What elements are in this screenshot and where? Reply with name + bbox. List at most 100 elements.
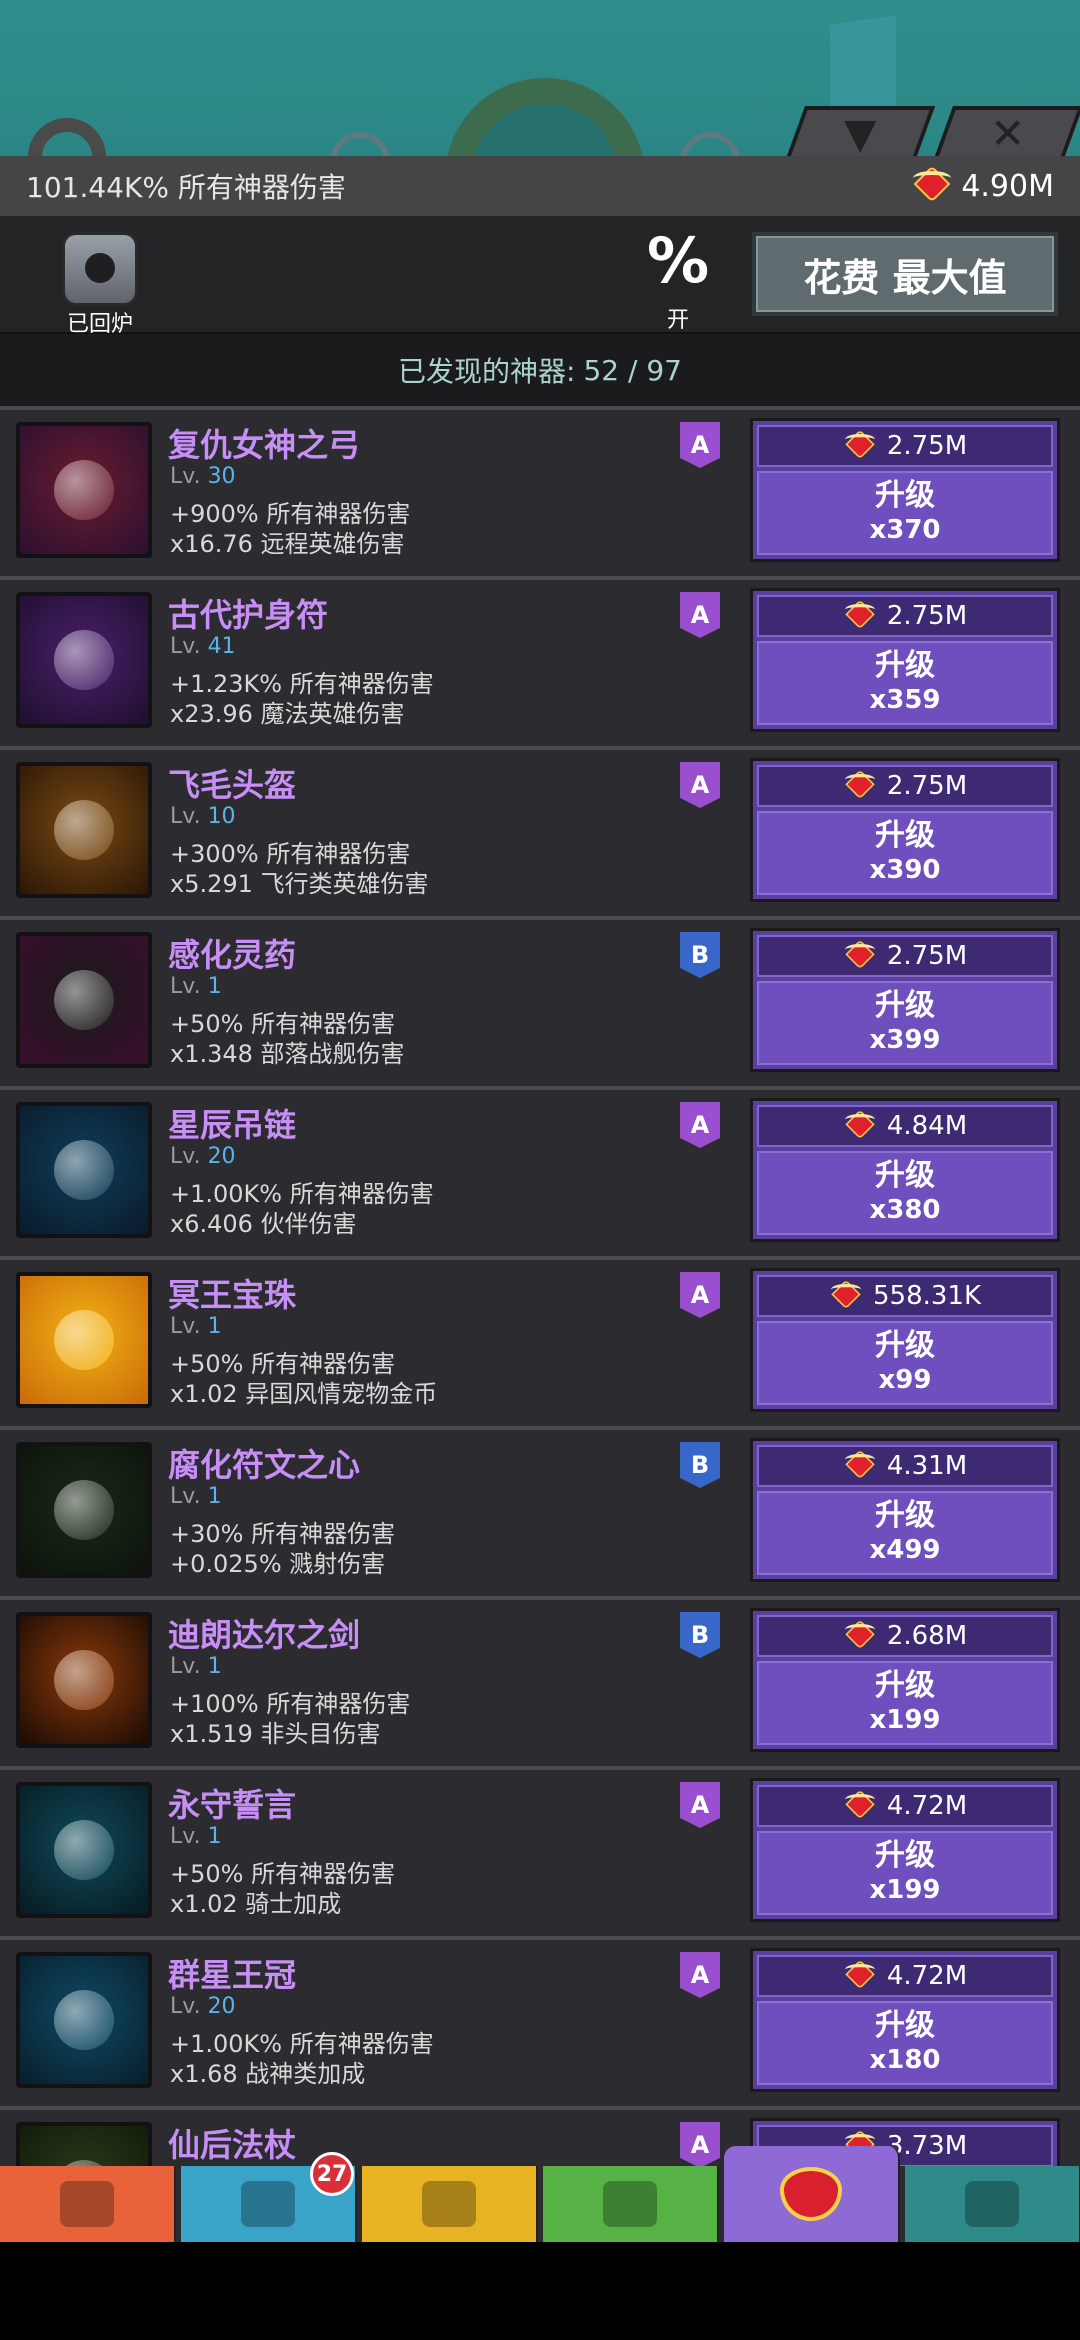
level-value: 20	[207, 1994, 236, 2019]
artifact-effect-secondary: +0.025% 溅射伤害	[170, 1550, 386, 1578]
artifact-list[interactable]: 复仇女神之弓 Lv. 30 +900% 所有神器伤害 x16.76 远程英雄伤害 A 2.…	[0, 406, 1080, 2166]
upgrade-multiplier: x380	[869, 1195, 941, 1225]
level-value: 30	[207, 464, 236, 489]
artifact-effect-secondary: x1.348 部落战舰伤害	[170, 1040, 405, 1068]
upgrade-multiplier: x399	[869, 1025, 941, 1055]
artifact-name: 飞毛头盔	[168, 766, 297, 804]
upgrade-multiplier: x99	[878, 1365, 932, 1395]
artifact-row[interactable]: 飞毛头盔 Lv. 10 +300% 所有神器伤害 x5.291 飞行类英雄伤害 A 2.7…	[0, 746, 1080, 910]
rank-badge: A	[680, 1952, 720, 1998]
artifact-row[interactable]: 星辰吊链 Lv. 20 +1.00K% 所有神器伤害 x6.406 伙伴伤害 A 4.84…	[0, 1086, 1080, 1250]
tab-equipment[interactable]	[362, 2166, 538, 2242]
relic-heart-icon	[830, 1284, 862, 1308]
artifact-effect-secondary: x6.406 伙伴伤害	[170, 1210, 357, 1238]
relic-heart-icon	[844, 1794, 876, 1818]
percent-toggle-button[interactable]: %	[638, 228, 718, 294]
artifact-name: 永守誓言	[168, 1786, 297, 1824]
artifact-level: Lv. 10	[170, 804, 236, 829]
bow-icon[interactable]	[16, 422, 152, 558]
upgrade-multiplier: x390	[869, 855, 941, 885]
artifact-glyph	[54, 970, 114, 1030]
upgrade-cost: 4.72M	[757, 1955, 1053, 1997]
pet-tab-icon	[603, 2181, 657, 2227]
winged-helmet-icon[interactable]	[16, 762, 152, 898]
tab-artifact[interactable]	[724, 2146, 900, 2242]
discovered-label: 已发现的神器:	[398, 355, 576, 388]
upgrade-button[interactable]: 2.75M 升级 x370	[750, 418, 1060, 562]
triangle-down-icon: ▼	[844, 108, 877, 158]
artifact-name: 古代护身符	[168, 596, 329, 634]
upgrade-cost: 558.31K	[757, 1275, 1053, 1317]
artifact-row[interactable]: 永守誓言 Lv. 1 +50% 所有神器伤害 x1.02 骑士加成 A 4.72M 升级 x1…	[0, 1766, 1080, 1930]
tab-pet[interactable]	[543, 2166, 719, 2242]
artifact-row[interactable]: 迪朗达尔之剑 Lv. 1 +100% 所有神器伤害 x1.519 非头目伤害 B 2.68…	[0, 1596, 1080, 1760]
upgrade-cost: 2.75M	[757, 595, 1053, 637]
artifact-level: Lv. 1	[170, 1824, 222, 1849]
relic-amount: 4.90M	[961, 168, 1054, 204]
upgrade-multiplier: x359	[869, 685, 941, 715]
relic-heart-icon	[913, 171, 952, 201]
artifact-row[interactable]: 仙后法杖Lv. A3.73M升级	[0, 2106, 1080, 2166]
upgrade-button[interactable]: 2.75M 升级 x390	[750, 758, 1060, 902]
artifact-level: Lv. 30	[170, 464, 236, 489]
artifact-level: Lv. 41	[170, 634, 236, 659]
upgrade-button[interactable]: 558.31K 升级 x99	[750, 1268, 1060, 1412]
upgrade-multiplier: x370	[869, 515, 941, 545]
close-panel-button[interactable]: ✕	[934, 106, 1080, 158]
upgrade-cost: 4.72M	[757, 1785, 1053, 1827]
artifact-row[interactable]: 感化灵药 Lv. 1 +50% 所有神器伤害 x1.348 部落战舰伤害 B 2.75M 升…	[0, 916, 1080, 1080]
upgrade-body: 升级 x199	[757, 1661, 1053, 1745]
rune-heart-icon[interactable]	[16, 1442, 152, 1578]
artifact-row[interactable]: 冥王宝珠 Lv. 1 +50% 所有神器伤害 x1.02 异国风情宠物金币 A 558.3…	[0, 1256, 1080, 1420]
upgrade-label: 升级	[875, 1498, 935, 1533]
percent-toggle-label: 开	[666, 308, 689, 333]
tab-sword[interactable]	[0, 2166, 176, 2242]
rank-badge: A	[680, 762, 720, 808]
artifact-glyph	[54, 800, 114, 860]
settings-gear-icon[interactable]	[28, 118, 106, 160]
upgrade-multiplier: x199	[869, 1705, 941, 1735]
tab-shop[interactable]	[905, 2166, 1080, 2242]
upgrade-label: 升级	[875, 1158, 935, 1193]
cost-value: 4.72M	[886, 1791, 968, 1821]
pendant-icon[interactable]	[16, 1102, 152, 1238]
knight-helmet-icon[interactable]	[16, 1782, 152, 1918]
upgrade-button[interactable]: 4.72M 升级 x199	[750, 1778, 1060, 1922]
relic-heart-icon	[844, 944, 876, 968]
collapse-panel-button[interactable]: ▼	[786, 106, 936, 158]
potion-icon[interactable]	[16, 932, 152, 1068]
artifact-name: 腐化符文之心	[168, 1446, 361, 1484]
artifact-row[interactable]: 古代护身符 Lv. 41 +1.23K% 所有神器伤害 x23.96 魔法英雄伤害 A 2…	[0, 576, 1080, 740]
staff-icon[interactable]	[16, 2122, 152, 2166]
crown-icon[interactable]	[16, 1952, 152, 2088]
sword-icon[interactable]	[16, 1612, 152, 1748]
amulet-icon[interactable]	[16, 592, 152, 728]
orb-icon[interactable]	[16, 1272, 152, 1408]
level-value: 20	[207, 1144, 236, 1169]
upgrade-button[interactable]: 2.68M 升级 x199	[750, 1608, 1060, 1752]
upgrade-button[interactable]: 2.75M 升级 x359	[750, 588, 1060, 732]
artifact-row[interactable]: 群星王冠 Lv. 20 +1.00K% 所有神器伤害 x1.68 战神类加成 A 4.72…	[0, 1936, 1080, 2100]
rank-badge: B	[680, 1442, 720, 1488]
recycle-icon[interactable]	[62, 232, 138, 306]
level-value: 41	[207, 634, 236, 659]
cost-value: 558.31K	[872, 1281, 982, 1311]
discovered-count: 已发现的神器: 52 / 97	[0, 334, 1080, 406]
upgrade-label: 升级	[875, 1838, 935, 1873]
rank-badge: A	[680, 2122, 720, 2166]
spend-max-button[interactable]: 花费 最大值	[752, 232, 1058, 316]
upgrade-button[interactable]: 4.84M 升级 x380	[750, 1098, 1060, 1242]
artifact-glyph	[54, 460, 114, 520]
cost-value: 2.75M	[886, 941, 968, 971]
upgrade-button[interactable]: 2.75M 升级 x399	[750, 928, 1060, 1072]
sword-tab-icon	[60, 2181, 114, 2227]
equipment-tab-icon	[422, 2181, 476, 2227]
rank-badge: A	[680, 1272, 720, 1318]
artifact-row[interactable]: 复仇女神之弓 Lv. 30 +900% 所有神器伤害 x16.76 远程英雄伤害 A 2.…	[0, 406, 1080, 570]
upgrade-label: 升级	[875, 478, 935, 513]
artifact-row[interactable]: 腐化符文之心 Lv. 1 +30% 所有神器伤害 +0.025% 溅射伤害 B 4.31M…	[0, 1426, 1080, 1590]
upgrade-button[interactable]: 4.72M 升级 x180	[750, 1948, 1060, 2092]
artifact-tab-icon	[784, 2171, 838, 2217]
upgrade-button[interactable]: 4.31M 升级 x499	[750, 1438, 1060, 1582]
level-value: 10	[207, 804, 236, 829]
